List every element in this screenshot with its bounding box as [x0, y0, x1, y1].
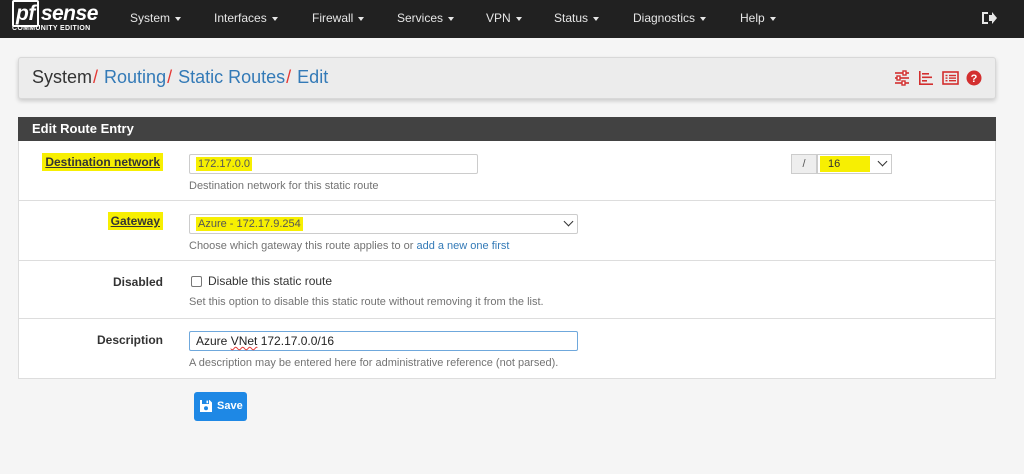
nav-system[interactable]: System — [130, 0, 182, 38]
nav-label: System — [130, 11, 171, 25]
bar-chart-icon[interactable] — [918, 70, 934, 91]
caret-down-icon — [358, 16, 365, 21]
caret-down-icon — [448, 16, 455, 21]
nav-label: Help — [740, 11, 765, 25]
caret-down-icon — [515, 16, 522, 21]
save-button-label: Save — [217, 400, 243, 412]
destination-label: Destination network — [42, 153, 163, 171]
destination-help: Destination network for this static rout… — [189, 180, 379, 192]
breadcrumb-separator: / — [93, 67, 99, 87]
description-input[interactable]: Azure VNet 172.17.0.0/16 — [189, 331, 578, 351]
mask-value: 16 — [820, 156, 870, 172]
breadcrumb-routing[interactable]: Routing — [104, 67, 166, 87]
chevron-down-icon — [877, 156, 888, 167]
logo-edition: COMMUNITY EDITION — [12, 25, 91, 32]
disabled-help: Set this option to disable this static r… — [189, 296, 544, 308]
nav-interfaces[interactable]: Interfaces — [214, 0, 278, 38]
pfsense-logo[interactable]: pf sense COMMUNITY EDITION — [12, 0, 104, 37]
caret-down-icon — [175, 16, 182, 21]
caret-down-icon — [271, 16, 278, 21]
disable-route-checkbox[interactable] — [191, 276, 202, 287]
disabled-label: Disabled — [112, 275, 163, 289]
gateway-help: Choose which gateway this route applies … — [189, 240, 510, 252]
top-navbar: pf sense COMMUNITY EDITION System Interfa… — [0, 0, 1024, 38]
panel-title: Edit Route Entry — [18, 117, 996, 141]
gateway-select[interactable]: Azure - 172.17.9.254 — [189, 214, 578, 234]
help-icon[interactable]: ? — [966, 70, 982, 91]
breadcrumb-panel: System/Routing/Static Routes/Edit ? — [18, 57, 996, 99]
caret-down-icon — [700, 16, 707, 21]
breadcrumb-separator: / — [167, 67, 173, 87]
description-row: Description Azure VNet 172.17.0.0/16 A d… — [19, 319, 995, 379]
add-gateway-link[interactable]: add a new one first — [416, 240, 509, 252]
breadcrumb-edit[interactable]: Edit — [297, 67, 328, 87]
nav-label: Status — [554, 11, 589, 25]
floppy-disk-icon — [200, 400, 212, 412]
nav-status[interactable]: Status — [554, 0, 600, 38]
nav-label: Interfaces — [214, 11, 267, 25]
breadcrumb-icons: ? — [894, 70, 984, 88]
caret-down-icon — [769, 16, 776, 21]
nav-firewall[interactable]: Firewall — [312, 0, 365, 38]
destination-input[interactable]: 172.17.0.0 — [189, 154, 478, 174]
list-icon[interactable] — [942, 70, 959, 91]
logo-prefix: pf — [12, 0, 39, 27]
nav-label: Firewall — [312, 11, 354, 25]
breadcrumb: System/Routing/Static Routes/Edit — [32, 67, 328, 88]
nav-label: Diagnostics — [633, 11, 696, 25]
disable-route-checkbox-label[interactable]: Disable this static route — [208, 274, 332, 288]
svg-text:?: ? — [971, 73, 978, 85]
breadcrumb-static-routes[interactable]: Static Routes — [178, 67, 285, 87]
chevron-down-icon — [563, 216, 574, 227]
disabled-row: Disabled Disable this static route Set t… — [19, 261, 995, 319]
nav-label: Services — [397, 11, 444, 25]
description-help: A description may be entered here for ad… — [189, 357, 559, 369]
breadcrumb-system: System — [32, 67, 93, 87]
gateway-label: Gateway — [107, 212, 163, 230]
nav-services[interactable]: Services — [397, 0, 455, 38]
mask-slash-addon: / — [791, 154, 817, 174]
save-button[interactable]: Save — [194, 392, 247, 421]
nav-help[interactable]: Help — [740, 0, 776, 38]
mask-select[interactable]: 16 — [817, 154, 892, 174]
nav-diagnostics[interactable]: Diagnostics — [633, 0, 707, 38]
breadcrumb-separator: / — [286, 67, 292, 87]
logo-name: sense — [40, 2, 99, 25]
edit-route-panel: Edit Route Entry Destination network 172… — [18, 117, 996, 379]
nav-label: VPN — [486, 11, 511, 25]
gateway-row: Gateway Azure - 172.17.9.254 Choose whic… — [19, 201, 995, 261]
logout-icon[interactable] — [980, 10, 998, 26]
caret-down-icon — [593, 16, 600, 21]
description-label: Description — [96, 333, 163, 347]
sliders-icon[interactable] — [894, 70, 910, 91]
nav-vpn[interactable]: VPN — [486, 0, 522, 38]
